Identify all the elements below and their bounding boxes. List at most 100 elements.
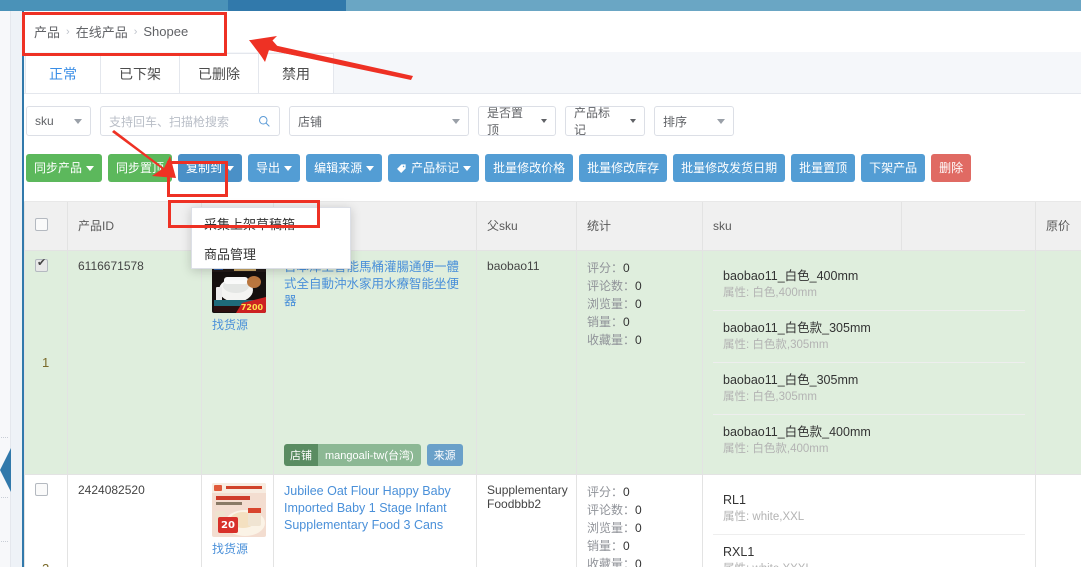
rail-dots	[1, 541, 10, 543]
stat-rating: 评分：0	[587, 483, 692, 501]
breadcrumb-item-online-products[interactable]: 在线产品	[76, 22, 128, 41]
menu-item-draft-box[interactable]: 采集上架草稿箱	[192, 208, 350, 238]
sku-attr: 属性: white,XXXL	[723, 561, 1015, 567]
table-row[interactable]: 1 6116671578	[24, 250, 1081, 475]
sku-name: baobao11_白色_305mm	[723, 372, 859, 387]
stat-label: 浏览量：	[587, 296, 636, 311]
unlist-products-button[interactable]: 下架产品	[861, 154, 926, 182]
chevron-down-icon	[630, 119, 636, 123]
sku-field-select-value: sku	[35, 114, 54, 128]
app-window: 产品 › 在线产品 › Shopee 正常 已下架 已删除 禁用 sku 支持回…	[0, 0, 1081, 567]
button-label: 批量修改发货日期	[681, 161, 778, 175]
row-select-cell: 2	[24, 474, 68, 567]
tag-icon	[397, 163, 406, 173]
sku-attr: 属性: 白色,305mm	[723, 390, 817, 403]
sync-pin-button[interactable]: 同步置顶	[108, 154, 173, 182]
stat-value: 0	[623, 538, 630, 553]
button-label: 批量修改库存	[587, 161, 660, 175]
tab-deleted[interactable]: 已删除	[179, 53, 259, 93]
chevron-down-icon	[74, 118, 82, 124]
batch-pin-button[interactable]: 批量置顶	[791, 154, 856, 182]
sku-attr: 属性: white,XXL	[723, 510, 805, 523]
row-checkbox[interactable]	[35, 482, 48, 496]
select-all-checkbox[interactable]	[35, 217, 48, 231]
copy-to-dropdown-menu[interactable]: 采集上架草稿箱 商品管理	[191, 207, 351, 269]
chevron-down-icon	[463, 165, 472, 171]
button-label: 产品标记	[411, 161, 460, 175]
breadcrumb-item-products[interactable]: 产品	[34, 22, 60, 41]
stat-label: 评分：	[587, 260, 624, 275]
stat-reviews: 评论数：0	[587, 277, 692, 295]
stat-label: 评论数：	[587, 278, 636, 293]
stat-value: 0	[635, 278, 642, 293]
cell-price	[1035, 474, 1081, 567]
sort-select[interactable]: 排序	[654, 106, 734, 136]
cell-sku-list: RL1 属性: white,XXL RXL1 属性: white,XXXL	[702, 474, 1037, 567]
batch-edit-ship-date-button[interactable]: 批量修改发货日期	[673, 154, 786, 182]
product-title-link[interactable]: Jubilee Oat Flour Happy Baby Imported Ba…	[284, 483, 466, 534]
sku-attr: 属性: 白色款,305mm	[723, 338, 829, 351]
source-badge[interactable]: 来源	[426, 443, 463, 466]
stat-value: 0	[623, 314, 630, 329]
top-bar-active-segment	[228, 0, 346, 11]
sku-field-select[interactable]: sku	[26, 106, 91, 136]
delete-button[interactable]: 删除	[931, 154, 972, 182]
batch-edit-price-button[interactable]: 批量修改价格	[485, 154, 574, 182]
cell-image: 7200 找货源	[201, 250, 275, 475]
sidebar-collapse-handle[interactable]	[0, 448, 12, 492]
top-app-bar	[0, 0, 1081, 11]
select-all-header	[24, 202, 68, 251]
header-sku: sku	[702, 202, 903, 251]
table-row[interactable]: 2 2424082520	[24, 474, 1081, 567]
edit-source-button[interactable]: 编辑来源	[306, 154, 383, 182]
stat-sales: 销量：0	[587, 537, 692, 555]
chevron-down-icon	[717, 118, 725, 124]
sku-name: RL1	[723, 492, 746, 507]
sort-select-value: 排序	[663, 114, 688, 129]
copy-to-button[interactable]: 复制到	[178, 154, 243, 182]
find-source-link[interactable]: 找货源	[212, 540, 263, 557]
cell-stats: 评分：0 评论数：0 浏览量：0 销量：0 收藏量：0	[576, 250, 704, 475]
cell-title: 日本津上智能馬桶灌腸通便一體式全自動沖水家用水療智能坐便器 店铺 mangoal…	[273, 250, 478, 475]
stat-rating: 评分：0	[587, 259, 692, 277]
product-mark-select-value: 产品标记	[574, 106, 611, 137]
search-icon	[259, 115, 270, 127]
chevron-down-icon	[86, 165, 95, 171]
product-thumbnail[interactable]: 20	[212, 482, 267, 537]
rail-dots	[1, 497, 10, 499]
tab-unlisted[interactable]: 已下架	[100, 53, 180, 93]
pin-select[interactable]: 是否置顶	[478, 106, 556, 137]
search-placeholder: 支持回车、扫描枪搜索	[109, 114, 230, 129]
sync-products-button[interactable]: 同步产品	[26, 154, 103, 182]
product-mark-button[interactable]: 产品标记	[388, 154, 480, 182]
sku-item: baobao11_白色_400mm 属性: 白色,400mm	[713, 259, 1026, 311]
batch-edit-stock-button[interactable]: 批量修改库存	[579, 154, 668, 182]
stat-value: 0	[635, 296, 642, 311]
export-button[interactable]: 导出	[248, 154, 301, 182]
row-checkbox[interactable]	[35, 257, 48, 272]
sku-name: baobao11_白色款_305mm	[723, 320, 871, 335]
pin-select-value: 是否置顶	[487, 106, 524, 137]
stat-sales: 销量：0	[587, 313, 692, 331]
sku-name: RXL1	[723, 544, 755, 559]
status-tabs: 正常 已下架 已删除 禁用	[24, 52, 1081, 94]
cell-stats: 评分：0 评论数：0 浏览量：0 销量：0 收藏量：0	[576, 474, 704, 567]
product-mark-select[interactable]: 产品标记	[565, 106, 645, 137]
tab-banned[interactable]: 禁用	[258, 53, 334, 93]
store-select[interactable]: 店铺	[289, 106, 469, 136]
header-parent-sku: 父sku	[476, 202, 578, 251]
store-select-value: 店铺	[298, 114, 323, 129]
button-label: 同步置顶	[116, 161, 165, 175]
find-source-link[interactable]: 找货源	[212, 316, 263, 333]
stat-views: 浏览量：0	[587, 519, 692, 537]
menu-item-product-management[interactable]: 商品管理	[192, 238, 350, 268]
cell-product-id: 2424082520	[66, 474, 203, 567]
stat-value: 0	[635, 502, 642, 517]
cell-product-id: 6116671578	[66, 250, 203, 475]
button-label: 复制到	[186, 161, 223, 175]
products-table-container[interactable]: 产品ID 父sku 统计 sku 原价 ✔ 1 6116671578 7200 …	[24, 201, 1081, 567]
tab-normal[interactable]: 正常	[25, 53, 101, 93]
breadcrumb-separator: ›	[66, 25, 70, 38]
search-input[interactable]: 支持回车、扫描枪搜索	[100, 106, 280, 136]
chevron-down-icon	[284, 165, 293, 171]
